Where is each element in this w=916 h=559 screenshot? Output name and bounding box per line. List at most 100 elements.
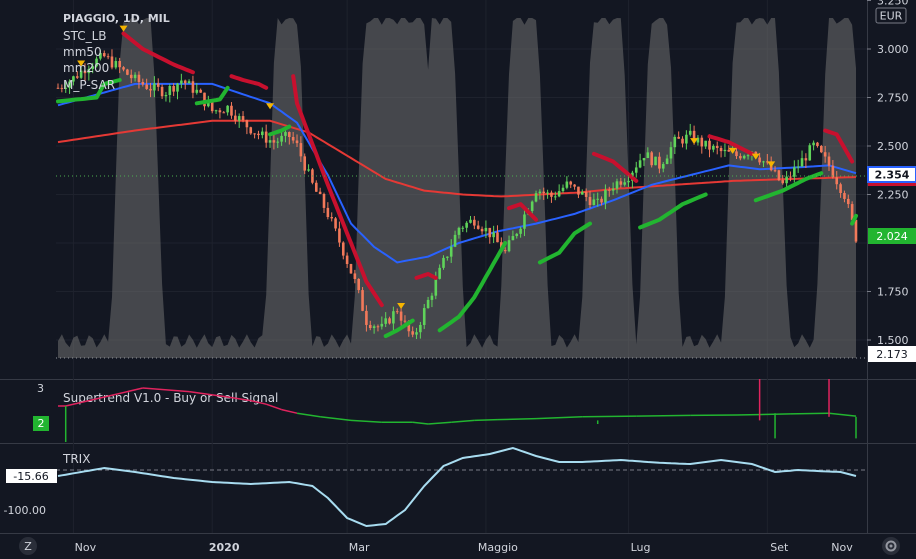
candle-body	[773, 170, 777, 172]
candle-body	[199, 89, 202, 93]
candle-body	[303, 156, 307, 171]
candle-body	[681, 138, 684, 144]
trix-axis: -100.00	[4, 504, 46, 517]
candle-body	[415, 332, 418, 335]
candle-body	[395, 311, 399, 313]
price-axis-label: 3.250	[877, 0, 909, 8]
candle-body	[426, 299, 430, 309]
candle-body	[654, 156, 657, 166]
candle-body	[245, 120, 249, 128]
candle-body	[746, 155, 750, 157]
candle-body	[584, 191, 588, 197]
candle-body	[708, 140, 711, 150]
candle-body	[688, 130, 692, 135]
price-axis-label: 2.250	[877, 189, 909, 202]
candle-body	[449, 246, 453, 257]
candle-body	[808, 145, 812, 161]
candle-body	[218, 110, 222, 113]
candle-body	[280, 135, 283, 142]
currency-badge[interactable]: EUR	[875, 7, 907, 24]
candle-body	[234, 115, 237, 121]
candle-body	[646, 152, 650, 159]
time-axis-label: Mar	[349, 541, 370, 554]
candle-body	[469, 219, 472, 223]
candle-body	[827, 156, 831, 166]
candle-body	[453, 234, 457, 247]
supertrend-signal-segment	[790, 412, 830, 415]
candle-body	[781, 180, 785, 184]
candle-body	[106, 56, 110, 58]
candle-body	[226, 105, 229, 113]
candle-body	[353, 273, 357, 279]
legend-mm50: mm50	[63, 45, 102, 59]
candle-body	[102, 53, 106, 57]
candle-body	[530, 201, 534, 211]
candle-body	[650, 152, 653, 166]
candle-body	[523, 214, 526, 229]
candle-body	[230, 105, 233, 116]
candle-body	[114, 61, 118, 68]
candle-body	[172, 86, 175, 92]
supertrend-signal-segment	[636, 414, 691, 417]
legend-psar: M_P-SAR	[63, 78, 115, 92]
candle-body	[515, 233, 519, 237]
candle-body	[739, 156, 742, 159]
candle-body	[615, 181, 619, 189]
candle-body	[365, 310, 368, 325]
candle-body	[388, 318, 391, 324]
time-axis-label: Set	[770, 541, 789, 554]
candle-body	[318, 191, 322, 195]
candle-body	[596, 198, 600, 200]
timezone-icon[interactable]: Z	[19, 537, 37, 555]
candle-body	[704, 140, 707, 147]
candle-body	[511, 236, 515, 241]
candle-body	[793, 167, 796, 177]
candle-body	[823, 152, 827, 157]
supertrend-scale-top: 3	[37, 382, 44, 395]
price-tag-last-text: 2.354	[875, 169, 910, 182]
candle-body	[122, 67, 125, 70]
candle-body	[661, 164, 665, 169]
candle-body	[203, 92, 206, 107]
candle-body	[384, 318, 387, 324]
candle-body	[592, 199, 596, 205]
trix-tag-text: -15.66	[13, 470, 48, 483]
candle-body	[156, 83, 160, 87]
chart-canvas[interactable]: 3.2503.0002.7502.5002.2501.7501.500 EUR …	[0, 0, 916, 559]
supertrend-signal-segment	[474, 418, 498, 422]
candle-body	[465, 222, 468, 228]
candle-body	[473, 219, 476, 226]
gear-icon[interactable]	[882, 537, 900, 555]
candle-body	[141, 82, 145, 85]
candle-body	[153, 83, 156, 91]
candle-body	[742, 155, 746, 159]
candle-body	[638, 160, 642, 168]
candle-body	[507, 240, 511, 252]
candle-body	[372, 326, 376, 329]
price-axis-label: 2.500	[877, 140, 909, 153]
candle-body	[222, 112, 226, 114]
candle-body	[839, 184, 842, 194]
candle-body	[611, 188, 615, 191]
candle-body	[326, 207, 330, 218]
candle-body	[191, 81, 195, 93]
timezone-icon-label: Z	[24, 540, 32, 553]
candle-body	[257, 133, 260, 136]
candle-body	[476, 225, 480, 229]
candle-body	[846, 198, 850, 205]
candle-body	[291, 136, 295, 141]
candle-body	[419, 324, 422, 333]
candle-body	[261, 131, 264, 136]
candle-body	[422, 308, 426, 325]
trix-title: TRIX	[62, 452, 90, 466]
candle-body	[145, 84, 148, 89]
candle-body	[268, 140, 272, 143]
candle-body	[168, 86, 172, 95]
candle-body	[149, 88, 152, 91]
candle-body	[835, 177, 839, 185]
time-axis-label: 2020	[209, 541, 240, 554]
candle-body	[276, 141, 280, 143]
candle-body	[164, 94, 168, 97]
candle-body	[457, 227, 461, 235]
supertrend-signal-title: Supertrend V1.0 - Buy or Sell Signal	[63, 391, 278, 405]
